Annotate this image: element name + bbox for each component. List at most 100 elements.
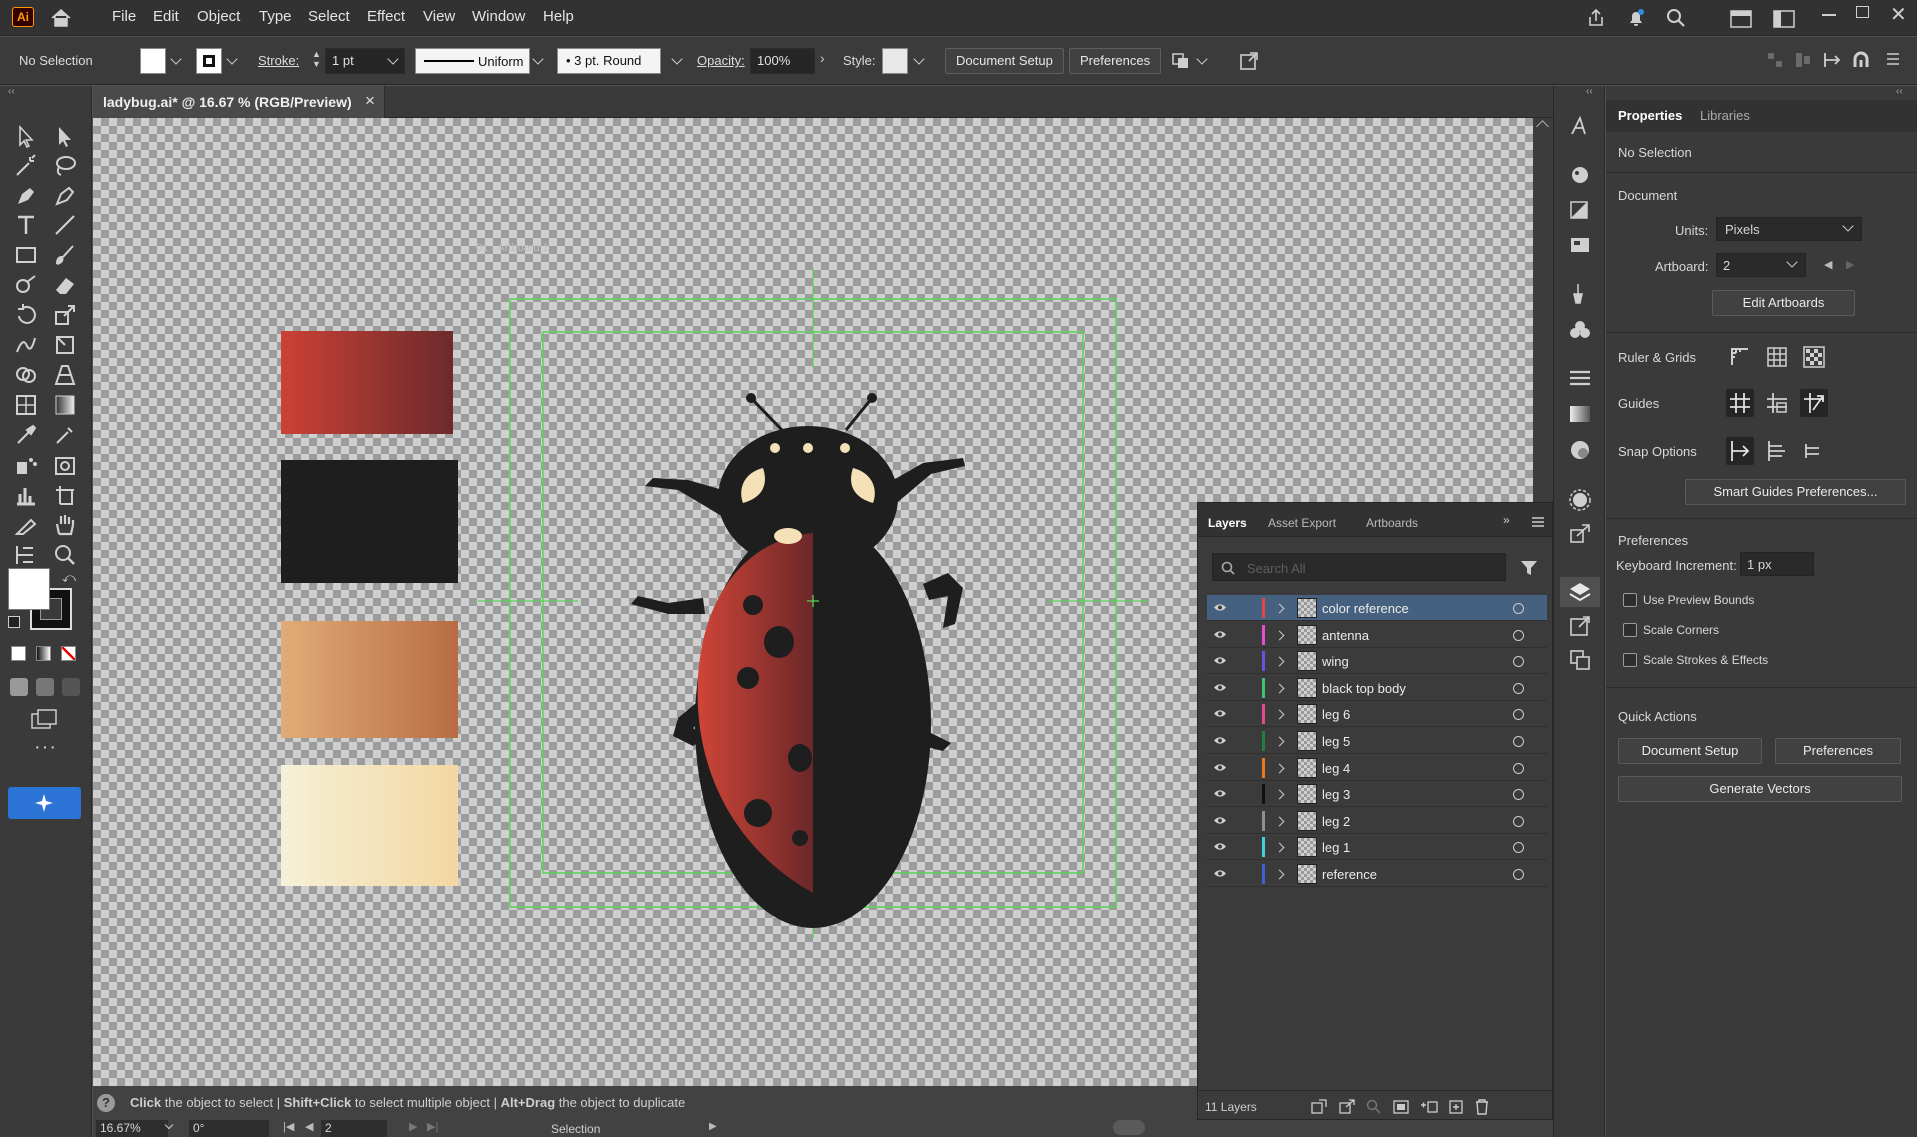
swap-colors-icon[interactable]: ⤺ <box>62 570 76 586</box>
target-circle-icon[interactable] <box>1513 842 1524 854</box>
selection-tool-icon[interactable] <box>13 124 39 150</box>
layers-search-input[interactable]: Search All <box>1212 553 1506 581</box>
mesh-tool-icon[interactable] <box>13 392 39 418</box>
layer-name[interactable]: leg 5 <box>1322 734 1350 749</box>
visibility-eye-icon[interactable] <box>1213 735 1227 746</box>
type-tool-icon[interactable] <box>13 212 39 238</box>
target-circle-icon[interactable] <box>1513 869 1524 880</box>
tab-properties[interactable]: Properties <box>1618 108 1682 123</box>
expand-chevron-icon[interactable] <box>1274 683 1285 694</box>
style-swatch[interactable] <box>882 48 908 74</box>
visibility-eye-icon[interactable] <box>1213 868 1227 879</box>
collapse-panels-icon[interactable]: ‹‹ <box>1586 86 1593 97</box>
artboard-tool-icon[interactable] <box>52 482 78 508</box>
preferences-button[interactable]: Preferences <box>1069 48 1162 74</box>
menu-window[interactable]: Window <box>472 8 525 25</box>
menu-help[interactable]: Help <box>543 8 574 25</box>
search-icon[interactable] <box>1666 8 1686 28</box>
filter-icon[interactable] <box>1520 559 1538 577</box>
symbol-sprayer-tool-icon[interactable] <box>13 452 39 478</box>
layer-row[interactable]: leg 3 <box>1207 781 1547 808</box>
target-circle-icon[interactable] <box>1513 682 1524 694</box>
pen-tool-icon[interactable] <box>13 183 39 209</box>
layer-row[interactable]: black top body <box>1207 675 1547 701</box>
panel-expand-icon[interactable]: » <box>1503 513 1510 527</box>
target-circle-icon[interactable] <box>1513 656 1524 668</box>
target-circle-icon[interactable] <box>1513 762 1524 774</box>
color-guide-icon[interactable] <box>1568 438 1592 462</box>
smart-guides-preferences-button[interactable]: Smart Guides Preferences... <box>1685 479 1906 505</box>
prev-artboard-icon[interactable]: ◀ <box>305 1120 313 1133</box>
appearance-icon[interactable] <box>1568 164 1592 186</box>
arrange-icon[interactable] <box>1170 51 1192 71</box>
visibility-eye-icon[interactable] <box>1213 682 1227 693</box>
width-tool-icon[interactable] <box>13 542 39 568</box>
visibility-eye-icon[interactable] <box>1213 841 1227 852</box>
status-menu-icon[interactable]: ▶ <box>709 1121 717 1132</box>
scale-strokes-checkbox[interactable] <box>1623 653 1637 667</box>
fill-swatch[interactable] <box>140 48 166 74</box>
scroll-up-icon[interactable] <box>1536 120 1549 133</box>
paintbrush-tool-icon[interactable] <box>52 242 78 268</box>
tools-collapse-icon[interactable]: ‹‹ <box>8 86 15 97</box>
next-artboard-button[interactable]: ▶ <box>1846 258 1854 271</box>
zoom-tool-icon[interactable] <box>52 542 78 568</box>
visibility-eye-icon[interactable] <box>1213 788 1227 799</box>
snap-to-glyph-icon[interactable] <box>1801 438 1827 464</box>
layer-name[interactable]: antenna <box>1322 628 1369 643</box>
menu-file[interactable]: File <box>112 8 136 25</box>
opacity-label[interactable]: Opacity: <box>697 53 745 68</box>
menu-type[interactable]: Type <box>259 8 292 25</box>
expand-chevron-icon[interactable] <box>1274 736 1285 747</box>
warp-tool-icon[interactable] <box>13 332 39 358</box>
brush-select[interactable]: • 3 pt. Round <box>557 48 661 74</box>
layer-row[interactable]: antenna <box>1207 622 1547 648</box>
draw-normal-icon[interactable] <box>10 678 28 696</box>
target-circle-icon[interactable] <box>1513 789 1524 801</box>
layer-row[interactable]: leg 6 <box>1207 701 1547 728</box>
opacity-arrow-icon[interactable]: › <box>820 50 825 66</box>
layer-row[interactable]: leg 4 <box>1207 755 1547 781</box>
edit-artboards-button[interactable]: Edit Artboards <box>1712 290 1855 316</box>
fill-dropdown-icon[interactable] <box>170 53 182 65</box>
rotation-field[interactable]: 0° <box>189 1120 269 1137</box>
color-mode-icon[interactable] <box>11 646 26 661</box>
stroke-profile-select[interactable]: Uniform <box>415 48 530 74</box>
use-preview-bounds-checkbox[interactable] <box>1623 593 1637 607</box>
blend-tool-icon[interactable] <box>52 422 78 448</box>
layer-row[interactable]: leg 1 <box>1207 834 1547 861</box>
graphic-styles-icon[interactable] <box>1568 234 1592 256</box>
grid-icon[interactable] <box>1764 344 1790 370</box>
transparency-icon[interactable] <box>1568 199 1592 221</box>
arrange-documents-icon[interactable] <box>1730 10 1752 28</box>
distribute-icon[interactable] <box>1794 51 1812 69</box>
slice-tool-icon[interactable] <box>13 512 39 538</box>
arrange-dropdown-icon[interactable] <box>1196 53 1208 65</box>
layer-name[interactable]: reference <box>1322 867 1377 882</box>
tab-layers[interactable]: Layers <box>1208 516 1247 530</box>
collapse-properties-icon[interactable]: ‹‹ <box>1896 86 1903 97</box>
stroke-stepper-icon[interactable]: ▲ ▼ <box>312 49 321 69</box>
transparency-grid-icon[interactable] <box>1801 344 1827 370</box>
workspace-icon[interactable] <box>1773 10 1795 28</box>
last-artboard-icon[interactable]: ▶| <box>427 1120 438 1133</box>
magic-wand-tool-icon[interactable] <box>13 153 39 179</box>
image-trace-icon[interactable] <box>1568 488 1592 512</box>
home-icon[interactable] <box>50 8 72 28</box>
zoom-field[interactable]: 16.67% <box>96 1120 168 1137</box>
snap-to-pixel-icon[interactable] <box>1764 438 1790 464</box>
horizontal-scroll-thumb[interactable] <box>1113 1120 1145 1135</box>
layer-name[interactable]: leg 1 <box>1322 840 1350 855</box>
smart-guides-icon[interactable] <box>1764 390 1790 416</box>
tab-artboards[interactable]: Artboards <box>1366 516 1418 530</box>
snap-point-icon[interactable] <box>1822 51 1842 69</box>
minimize-button[interactable] <box>1822 14 1836 16</box>
screen-mode-icon[interactable] <box>30 708 58 730</box>
export-layer-icon[interactable] <box>1338 1099 1356 1115</box>
locate-object-icon[interactable] <box>1366 1099 1382 1115</box>
stroke-dropdown-icon[interactable] <box>226 53 238 65</box>
asset-export-icon[interactable] <box>1568 522 1592 546</box>
first-artboard-icon[interactable]: |◀ <box>283 1120 294 1133</box>
tab-asset-export[interactable]: Asset Export <box>1268 516 1336 530</box>
next-artboard-icon[interactable]: ▶ <box>409 1120 417 1133</box>
